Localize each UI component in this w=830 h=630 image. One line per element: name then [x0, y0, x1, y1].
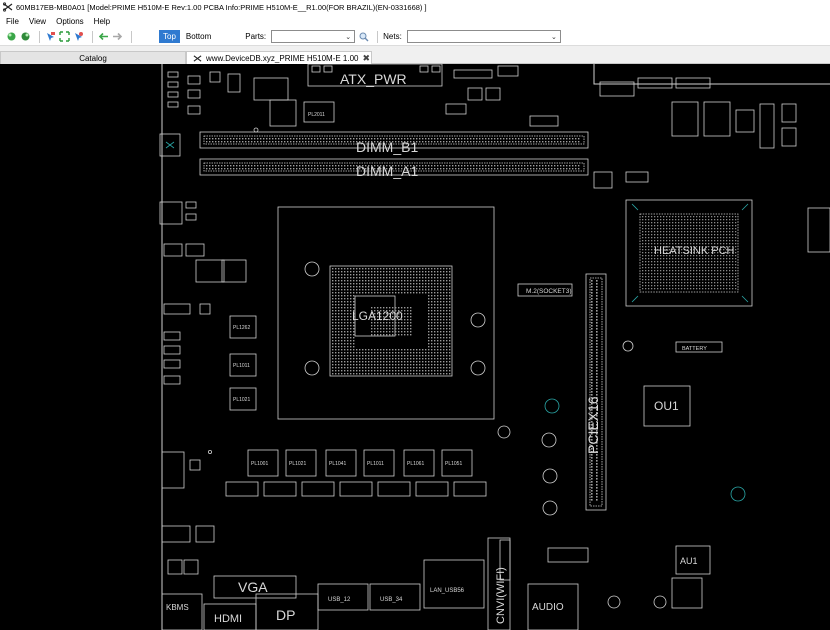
- tab-strip: Catalog www.DeviceDB.xyz_PRIME H510M-E 1…: [0, 50, 830, 65]
- left-choke-label-2: PL1011: [233, 363, 250, 369]
- hdmi-label: HDMI: [214, 613, 242, 625]
- green-cube-icon[interactable]: [6, 31, 17, 42]
- pciex16-label: PCIEX16: [585, 396, 601, 454]
- forward-arrow-icon[interactable]: [112, 31, 123, 42]
- menu-file[interactable]: File: [6, 17, 19, 26]
- toolbar-separator: [131, 30, 132, 43]
- tab-catalog-label: Catalog: [79, 53, 107, 63]
- au1-label: AU1: [680, 556, 698, 566]
- toolbar-separator: [39, 30, 40, 43]
- menu-options[interactable]: Options: [56, 17, 84, 26]
- ou1-label: OU1: [654, 399, 679, 413]
- left-choke-label-3: PL1021: [233, 397, 250, 403]
- chevron-down-icon: ⌄: [550, 33, 557, 41]
- window-title: 60MB17EB-MB0A01 [Model:PRIME H510M-E Rev…: [16, 2, 427, 12]
- cpu-label: LGA1200: [352, 309, 403, 323]
- green-cube-alt-icon[interactable]: [20, 31, 31, 42]
- left-choke-label-1: PL1262: [233, 325, 250, 331]
- toolbar-separator: [92, 30, 93, 43]
- cnvi-label: CNVI(WIFI): [495, 567, 507, 624]
- choke-label-6: PL1051: [445, 461, 462, 467]
- menu-help[interactable]: Help: [94, 17, 110, 26]
- close-icon[interactable]: ✖: [363, 53, 371, 64]
- parts-label: Parts:: [245, 32, 267, 41]
- choke-label-3: PL1041: [329, 461, 346, 467]
- title-bar: 60MB17EB-MB0A01 [Model:PRIME H510M-E Rev…: [0, 0, 830, 14]
- m2-label: M.2(SOCKET3): [526, 288, 572, 295]
- audio-label: AUDIO: [532, 602, 564, 613]
- tab-board-label: www.DeviceDB.xyz_PRIME H510M-E 1.00: [206, 54, 359, 63]
- board-canvas[interactable]: ATX_PWR DIMM_B1 DIMM_A1 LGA1200 M.2(SOCK…: [0, 64, 830, 630]
- battery-label: BATTERY: [682, 346, 707, 352]
- pcb-layout: ATX_PWR DIMM_B1 DIMM_A1 LGA1200 M.2(SOCK…: [159, 64, 830, 630]
- choke-label-2: PL1021: [289, 461, 306, 467]
- menu-view[interactable]: View: [29, 17, 46, 26]
- dp-label: DP: [276, 607, 295, 623]
- top-layer-button[interactable]: Top: [159, 30, 180, 43]
- usb34-label: USB_34: [380, 597, 403, 603]
- toolbar-separator: [377, 30, 379, 43]
- choke-label-5: PL1061: [407, 461, 424, 467]
- tab-board[interactable]: www.DeviceDB.xyz_PRIME H510M-E 1.00 ✖: [186, 51, 372, 65]
- toolbar: Top Bottom Parts: ⌄ Nets: ⌄: [0, 28, 830, 46]
- tab-catalog[interactable]: Catalog: [0, 51, 186, 64]
- dimm-b1-label: DIMM_B1: [356, 139, 418, 155]
- dimm-a1-label: DIMM_A1: [356, 163, 418, 179]
- lan-label: LAN_USB56: [430, 588, 465, 594]
- nets-combo[interactable]: ⌄: [406, 30, 561, 43]
- kbms-label: KBMS: [166, 603, 189, 612]
- back-arrow-icon[interactable]: [98, 31, 109, 42]
- search-parts-icon[interactable]: [358, 31, 369, 42]
- choke-label-1: PL1001: [251, 461, 268, 467]
- heatsink-label: HEATSINK PCH: [654, 245, 735, 257]
- vga-label: VGA: [238, 579, 268, 595]
- pl2011-label: PL2011: [308, 112, 325, 118]
- scissors-icon: [193, 54, 202, 63]
- menu-bar: File View Options Help: [0, 14, 830, 28]
- bottom-layer-button[interactable]: Bottom: [182, 30, 215, 43]
- chevron-down-icon: ⌄: [345, 33, 352, 41]
- nets-label: Nets:: [383, 32, 402, 41]
- parts-combo[interactable]: ⌄: [271, 30, 356, 43]
- select-icon[interactable]: [45, 31, 56, 42]
- select-alt-icon[interactable]: [73, 31, 84, 42]
- atx-pwr-label: ATX_PWR: [340, 71, 407, 87]
- usb12-label: USB_12: [328, 597, 351, 603]
- choke-label-4: PL1011: [367, 461, 384, 467]
- fit-icon[interactable]: [59, 31, 70, 42]
- scissors-icon: [3, 2, 13, 12]
